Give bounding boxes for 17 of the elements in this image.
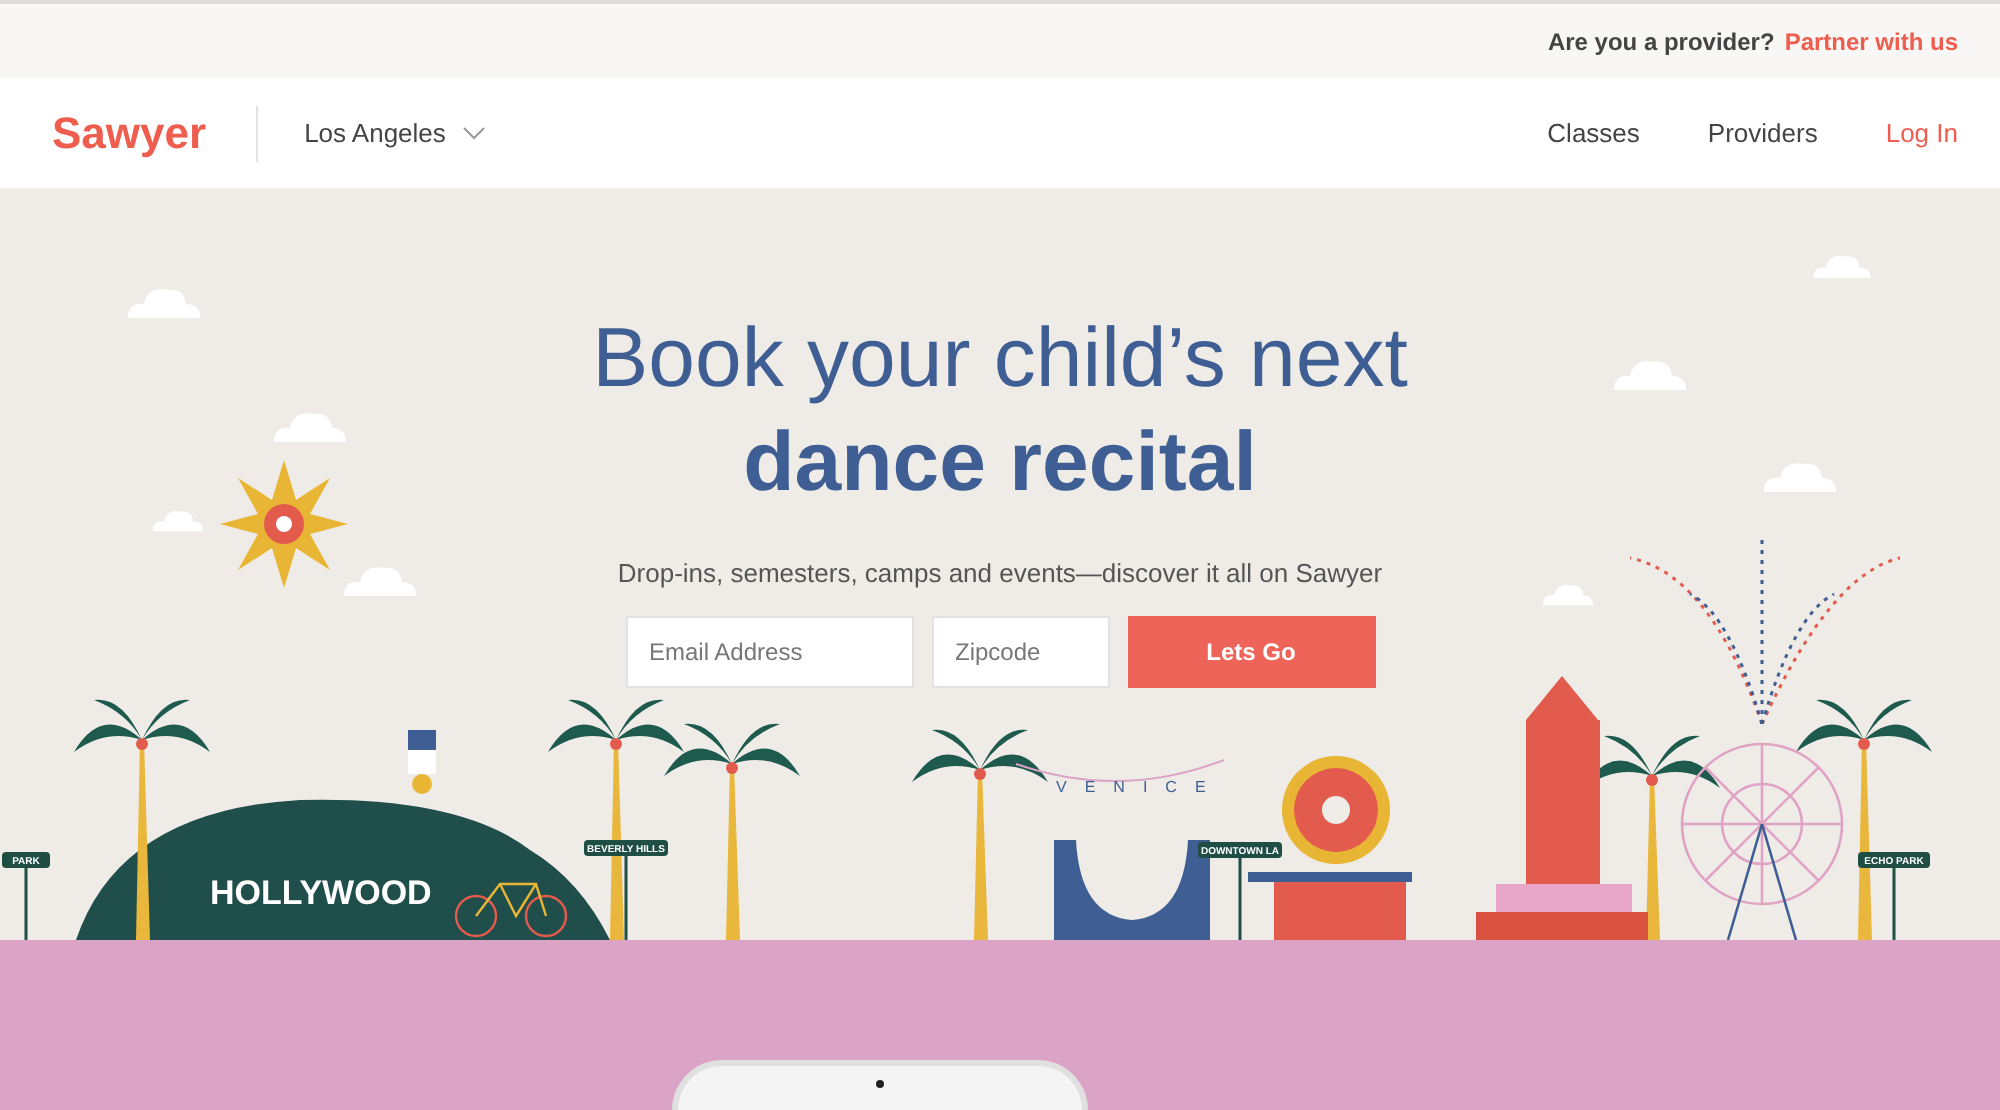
sun-icon [220, 460, 348, 588]
nav-link[interactable]: Classes [1547, 118, 1640, 148]
provider-question: Are you a provider? [1547, 27, 1775, 55]
email-field[interactable]: Email Address [625, 616, 913, 688]
hollywood-sign: HOLLYWOOD [210, 874, 432, 912]
cloud-icon [1810, 250, 1874, 279]
city-dropdown[interactable]: Los Angeles [292, 116, 498, 150]
zipcode-field[interactable]: Zipcode [931, 616, 1109, 688]
chevron-down-icon [461, 126, 486, 140]
hero-subtitle: Drop-ins, semesters, camps and events—discover it all on Sawyer [617, 558, 1383, 588]
hero-title: Book your child’s next dance recital [592, 308, 1408, 512]
cloud-icon [1540, 580, 1596, 606]
logo: Sawyer [52, 105, 259, 161]
cloud-icon [150, 506, 206, 532]
bicycle-drawing [454, 882, 568, 938]
bunting-drawing: VENICE [1015, 759, 1225, 796]
nav-link[interactable]: Providers [1707, 118, 1818, 148]
